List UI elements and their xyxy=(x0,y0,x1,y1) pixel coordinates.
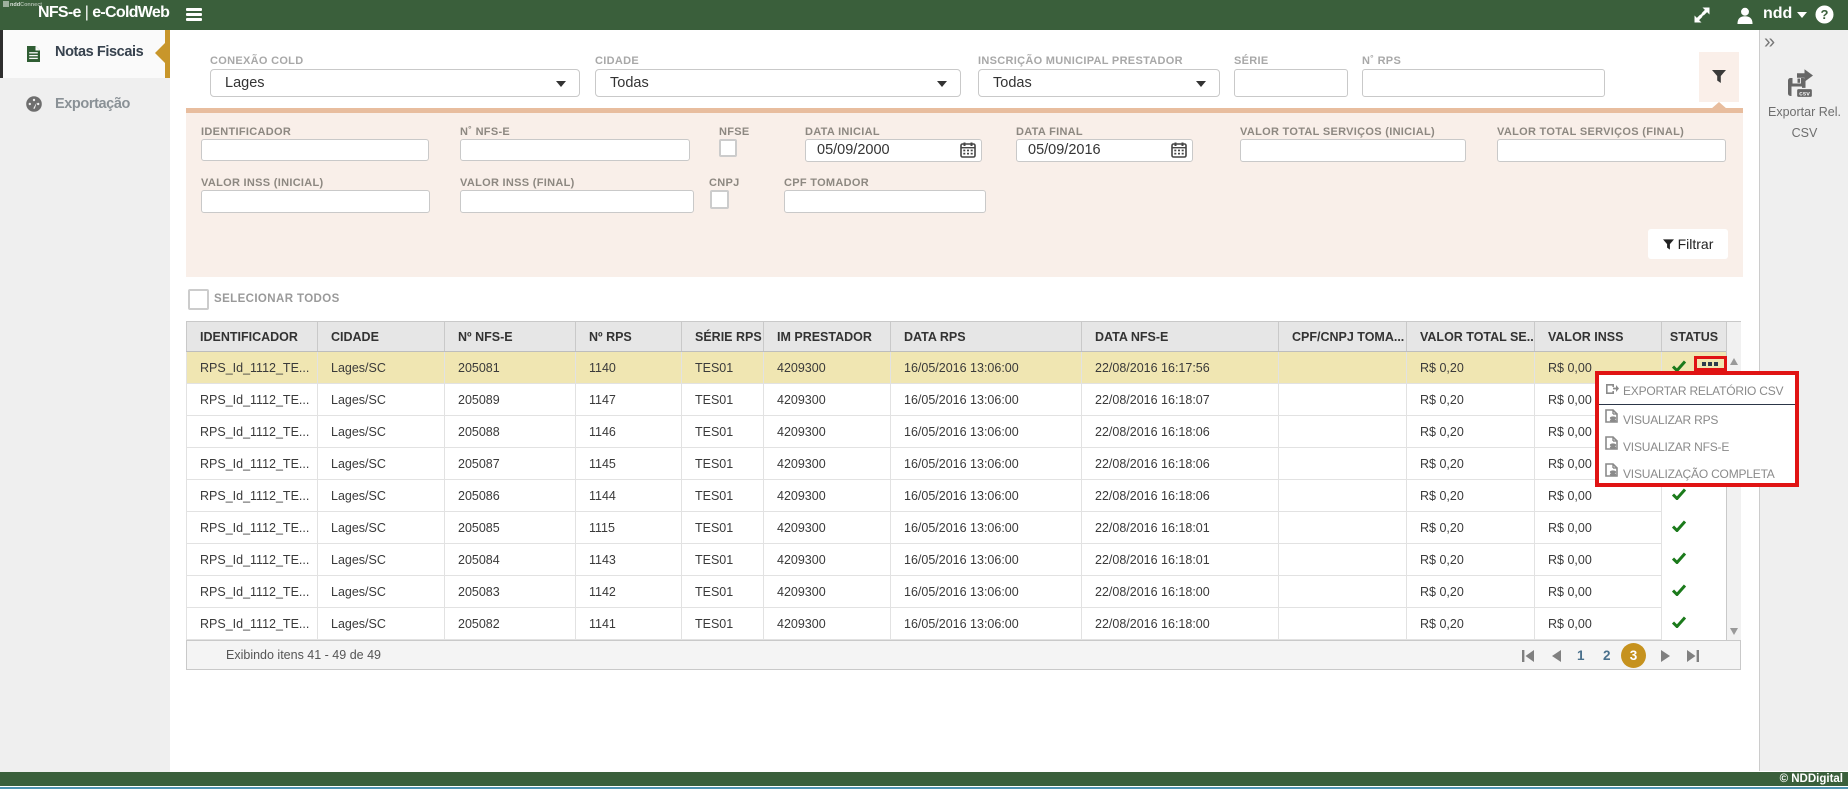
svg-text:?: ? xyxy=(1821,7,1829,22)
svg-text:csv: csv xyxy=(1799,90,1810,97)
